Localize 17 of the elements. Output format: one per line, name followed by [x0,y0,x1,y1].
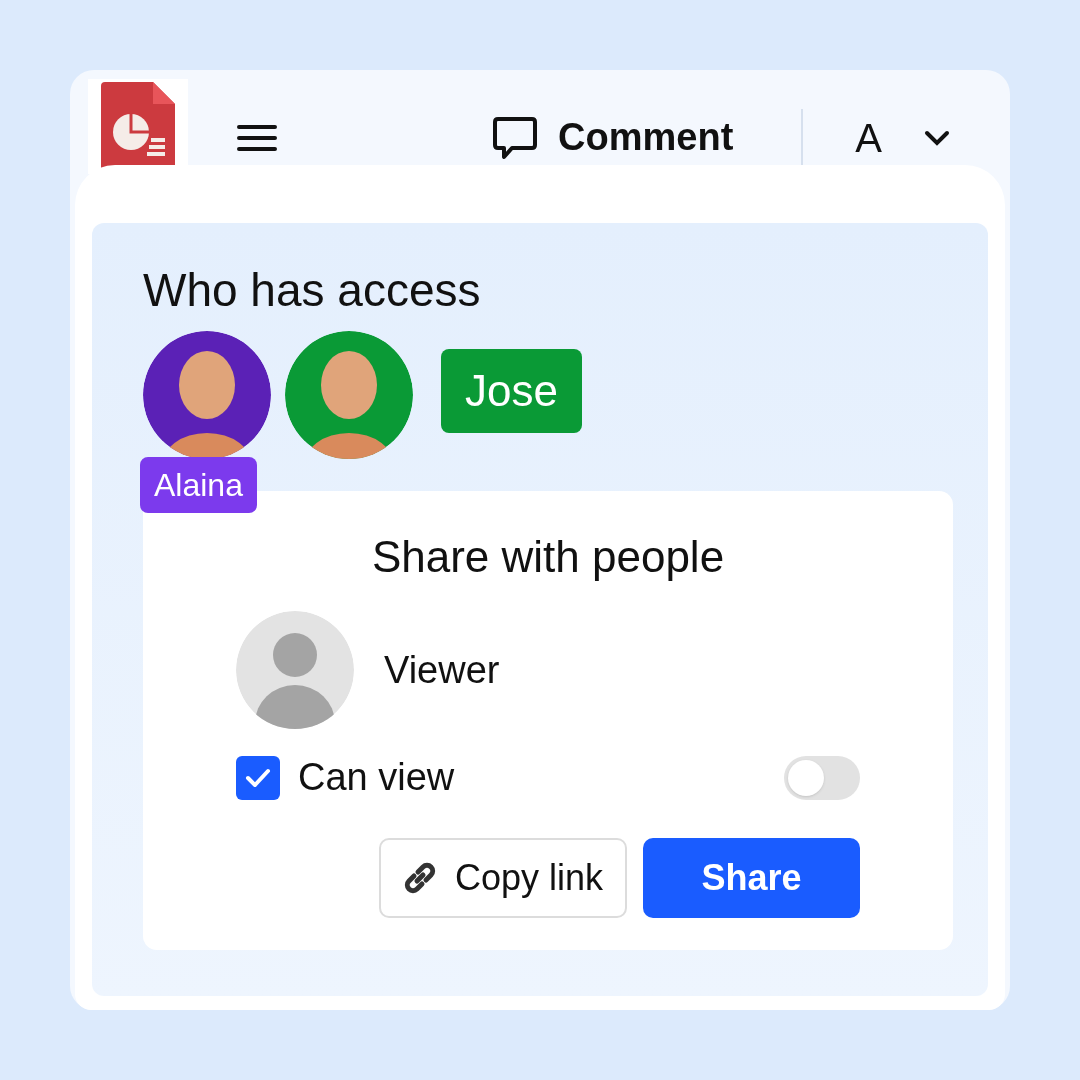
avatar-placeholder-icon [236,611,354,729]
card-title: Share with people [370,535,726,579]
chevron-down-icon[interactable] [924,129,950,146]
account-initial[interactable]: A [855,107,882,168]
name-tag: Jose [441,349,582,433]
checkbox-label: Can view [298,755,455,800]
checkbox[interactable] [236,755,280,800]
role-label: Viewer [384,647,500,693]
toggle-switch[interactable] [784,755,860,800]
menu-icon[interactable] [236,122,278,153]
share-button[interactable]: Share [643,838,860,918]
name-tag: Alaina [140,457,257,513]
link-icon [402,861,437,895]
comment-button[interactable]: Comment [492,109,734,166]
section-title: Who has access [143,267,482,313]
comment-icon [492,114,539,161]
copy-link-button[interactable]: Copy link [378,838,627,918]
